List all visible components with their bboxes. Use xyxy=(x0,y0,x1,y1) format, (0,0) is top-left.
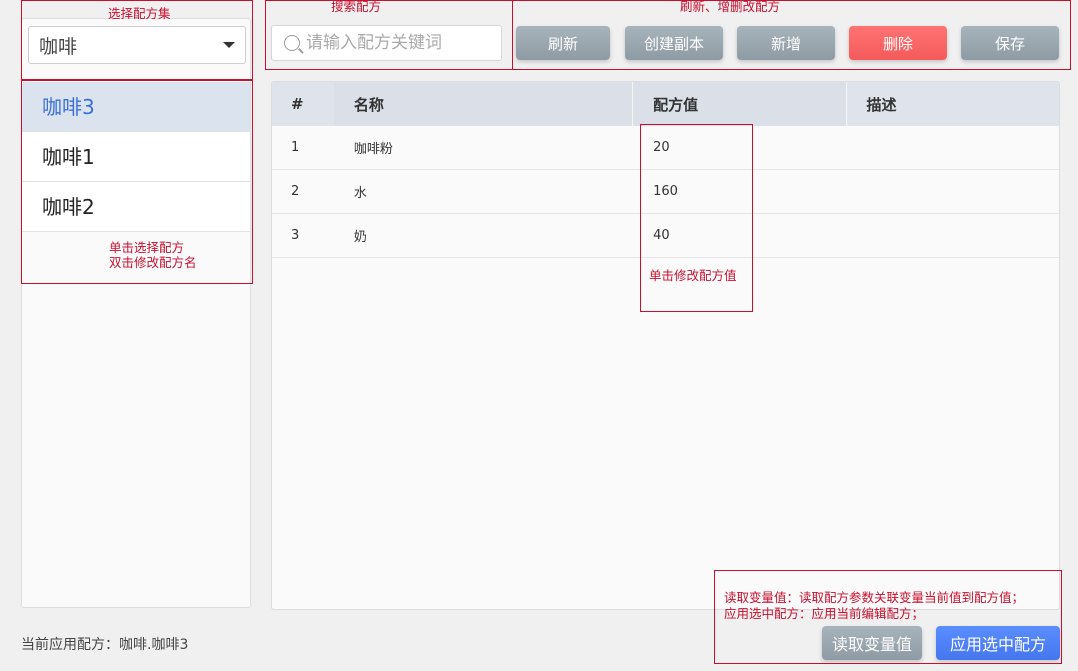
annotation-edit-value: 单击修改配方值 xyxy=(649,268,737,283)
current-recipe-status: 当前应用配方：咖啡.咖啡3 xyxy=(21,637,189,653)
annotation-crud: 刷新、增删改配方 xyxy=(680,0,781,14)
col-desc-header: 描述 xyxy=(866,95,897,114)
col-value-header: 配方值 xyxy=(633,82,847,126)
annotation-bottom-line1: 读取变量值：读取配方参数关联变量当前值到配方值； xyxy=(724,590,1025,605)
annotation-bottom-line2: 应用选中配方：应用当前编辑配方； xyxy=(724,606,925,621)
cell-name: 咖啡粉 xyxy=(353,142,393,157)
annotation-search: 搜索配方 xyxy=(331,0,382,14)
annotation-box-crud xyxy=(512,0,1071,70)
annotation-list-line1: 单击选择配方 xyxy=(109,240,185,255)
cell-index: 1 xyxy=(291,140,300,155)
annotation-list-line2: 双击修改配方名 xyxy=(109,255,197,270)
col-name-header: 名称 xyxy=(333,82,634,126)
cell-index: 3 xyxy=(291,228,300,243)
annotation-box-search xyxy=(265,0,513,70)
cell-index: 2 xyxy=(291,184,300,199)
table-header: # 名称 配方值 描述 xyxy=(272,82,1059,126)
col-index-header: # xyxy=(272,82,334,126)
annotation-select-set: 选择配方集 xyxy=(108,6,171,21)
cell-name: 奶 xyxy=(353,230,367,245)
annotation-box-edit-value xyxy=(640,124,753,312)
cell-name: 水 xyxy=(353,186,367,201)
